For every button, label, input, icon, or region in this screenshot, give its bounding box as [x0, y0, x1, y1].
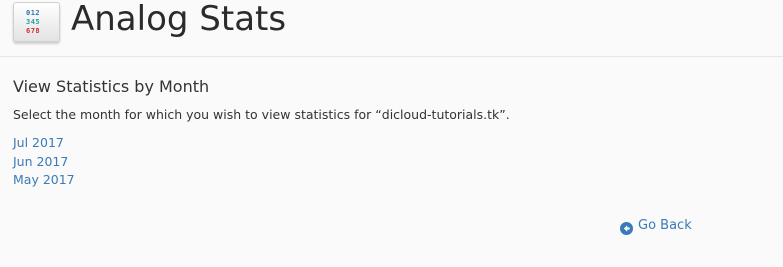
arrow-circle-left-icon	[620, 220, 633, 235]
icon-digits-row-2-text: 345	[26, 18, 41, 26]
list-item: Jun 2017	[13, 153, 75, 172]
go-back-button[interactable]: Go Back	[620, 217, 692, 235]
analog-stats-icon: 012 345 678	[13, 2, 60, 42]
icon-digits-row-2: 345	[26, 18, 40, 27]
page-header: 012 345 678 Analog Stats	[0, 0, 783, 57]
month-link-jul-2017[interactable]: Jul 2017	[13, 135, 64, 150]
page-title: Analog Stats	[71, 0, 287, 39]
month-link-may-2017[interactable]: May 2017	[13, 172, 75, 187]
icon-digits-row-1: 012	[26, 9, 40, 18]
month-list: Jul 2017 Jun 2017 May 2017	[13, 134, 75, 190]
icon-digits-row-1-text: 012	[26, 9, 41, 17]
go-back-label: Go Back	[638, 218, 692, 233]
list-item: Jul 2017	[13, 134, 75, 153]
icon-digits-row-3-text: 678	[26, 27, 41, 35]
section-heading: View Statistics by Month	[13, 77, 210, 96]
icon-digits-row-3: 678	[26, 27, 40, 36]
list-item: May 2017	[13, 171, 75, 190]
analog-stats-icon-digits: 012 345 678	[26, 9, 40, 36]
section-description: Select the month for which you wish to v…	[13, 107, 510, 122]
month-link-jun-2017[interactable]: Jun 2017	[13, 154, 68, 169]
